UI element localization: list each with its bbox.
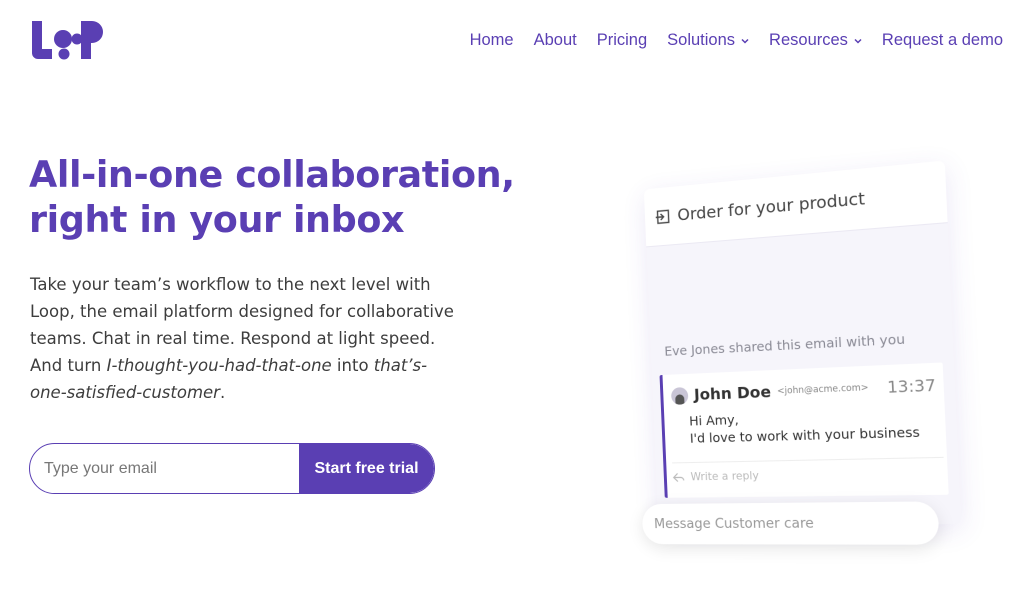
- reply-icon: [673, 471, 685, 483]
- mockup-panel: Order for your product Eve Jones shared …: [643, 160, 962, 526]
- message-card: John Doe <john@acme.com> 13:37 Hi Amy, I…: [659, 362, 949, 498]
- headline-line-2: right in your inbox: [29, 198, 405, 241]
- signup-form: Start free trial: [29, 443, 435, 494]
- nav-resources-label: Resources: [769, 31, 848, 49]
- sender-name: John Doe: [693, 382, 772, 405]
- reply-placeholder: Write a reply: [690, 469, 760, 484]
- hero-description: Take your team’s workflow to the next le…: [30, 271, 460, 406]
- shared-notice: Eve Jones shared this email with you: [664, 330, 906, 359]
- start-free-trial-button[interactable]: Start free trial: [299, 444, 434, 493]
- product-mockup: Order for your product Eve Jones shared …: [632, 160, 965, 562]
- chevron-down-icon: [741, 38, 749, 44]
- message-header: John Doe <john@acme.com> 13:37: [670, 375, 937, 405]
- main-nav: Home About Pricing Solutions Resources R…: [450, 31, 1003, 50]
- mockup-title: Order for your product: [676, 188, 866, 225]
- message-time: 13:37: [886, 375, 937, 398]
- nav-solutions[interactable]: Solutions: [667, 31, 749, 50]
- chat-message-field: Message Customer care: [641, 501, 940, 545]
- nav-home-label: Home: [469, 31, 514, 49]
- reply-field: Write a reply: [672, 456, 945, 484]
- nav-home[interactable]: Home: [470, 31, 514, 50]
- hero-headline: All-in-one collaboration, right in your …: [29, 152, 549, 242]
- nav-pricing[interactable]: Pricing: [597, 31, 647, 50]
- nav-about[interactable]: About: [534, 31, 577, 50]
- nav-about-label: About: [533, 31, 577, 49]
- nav-solutions-label: Solutions: [667, 31, 736, 49]
- nav-resources[interactable]: Resources: [769, 31, 862, 50]
- nav-pricing-label: Pricing: [596, 31, 648, 49]
- email-input[interactable]: [30, 444, 299, 493]
- desc-emphasis-1: I-thought-you-had-that-one: [106, 356, 332, 375]
- share-in-icon: [654, 208, 670, 225]
- nav-request-demo[interactable]: Request a demo: [882, 31, 1003, 50]
- desc-part-3: .: [219, 383, 226, 402]
- nav-request-demo-label: Request a demo: [881, 31, 1003, 49]
- loop-logo[interactable]: [29, 19, 107, 63]
- headline-line-1: All-in-one collaboration,: [29, 153, 515, 196]
- desc-part-2: into: [331, 356, 374, 375]
- message-body: Hi Amy, I'd love to work with your busin…: [689, 405, 920, 447]
- sender-email: <john@acme.com>: [776, 382, 869, 397]
- mockup-header: Order for your product: [643, 160, 948, 248]
- avatar: [670, 386, 689, 405]
- chevron-down-icon: [854, 38, 862, 44]
